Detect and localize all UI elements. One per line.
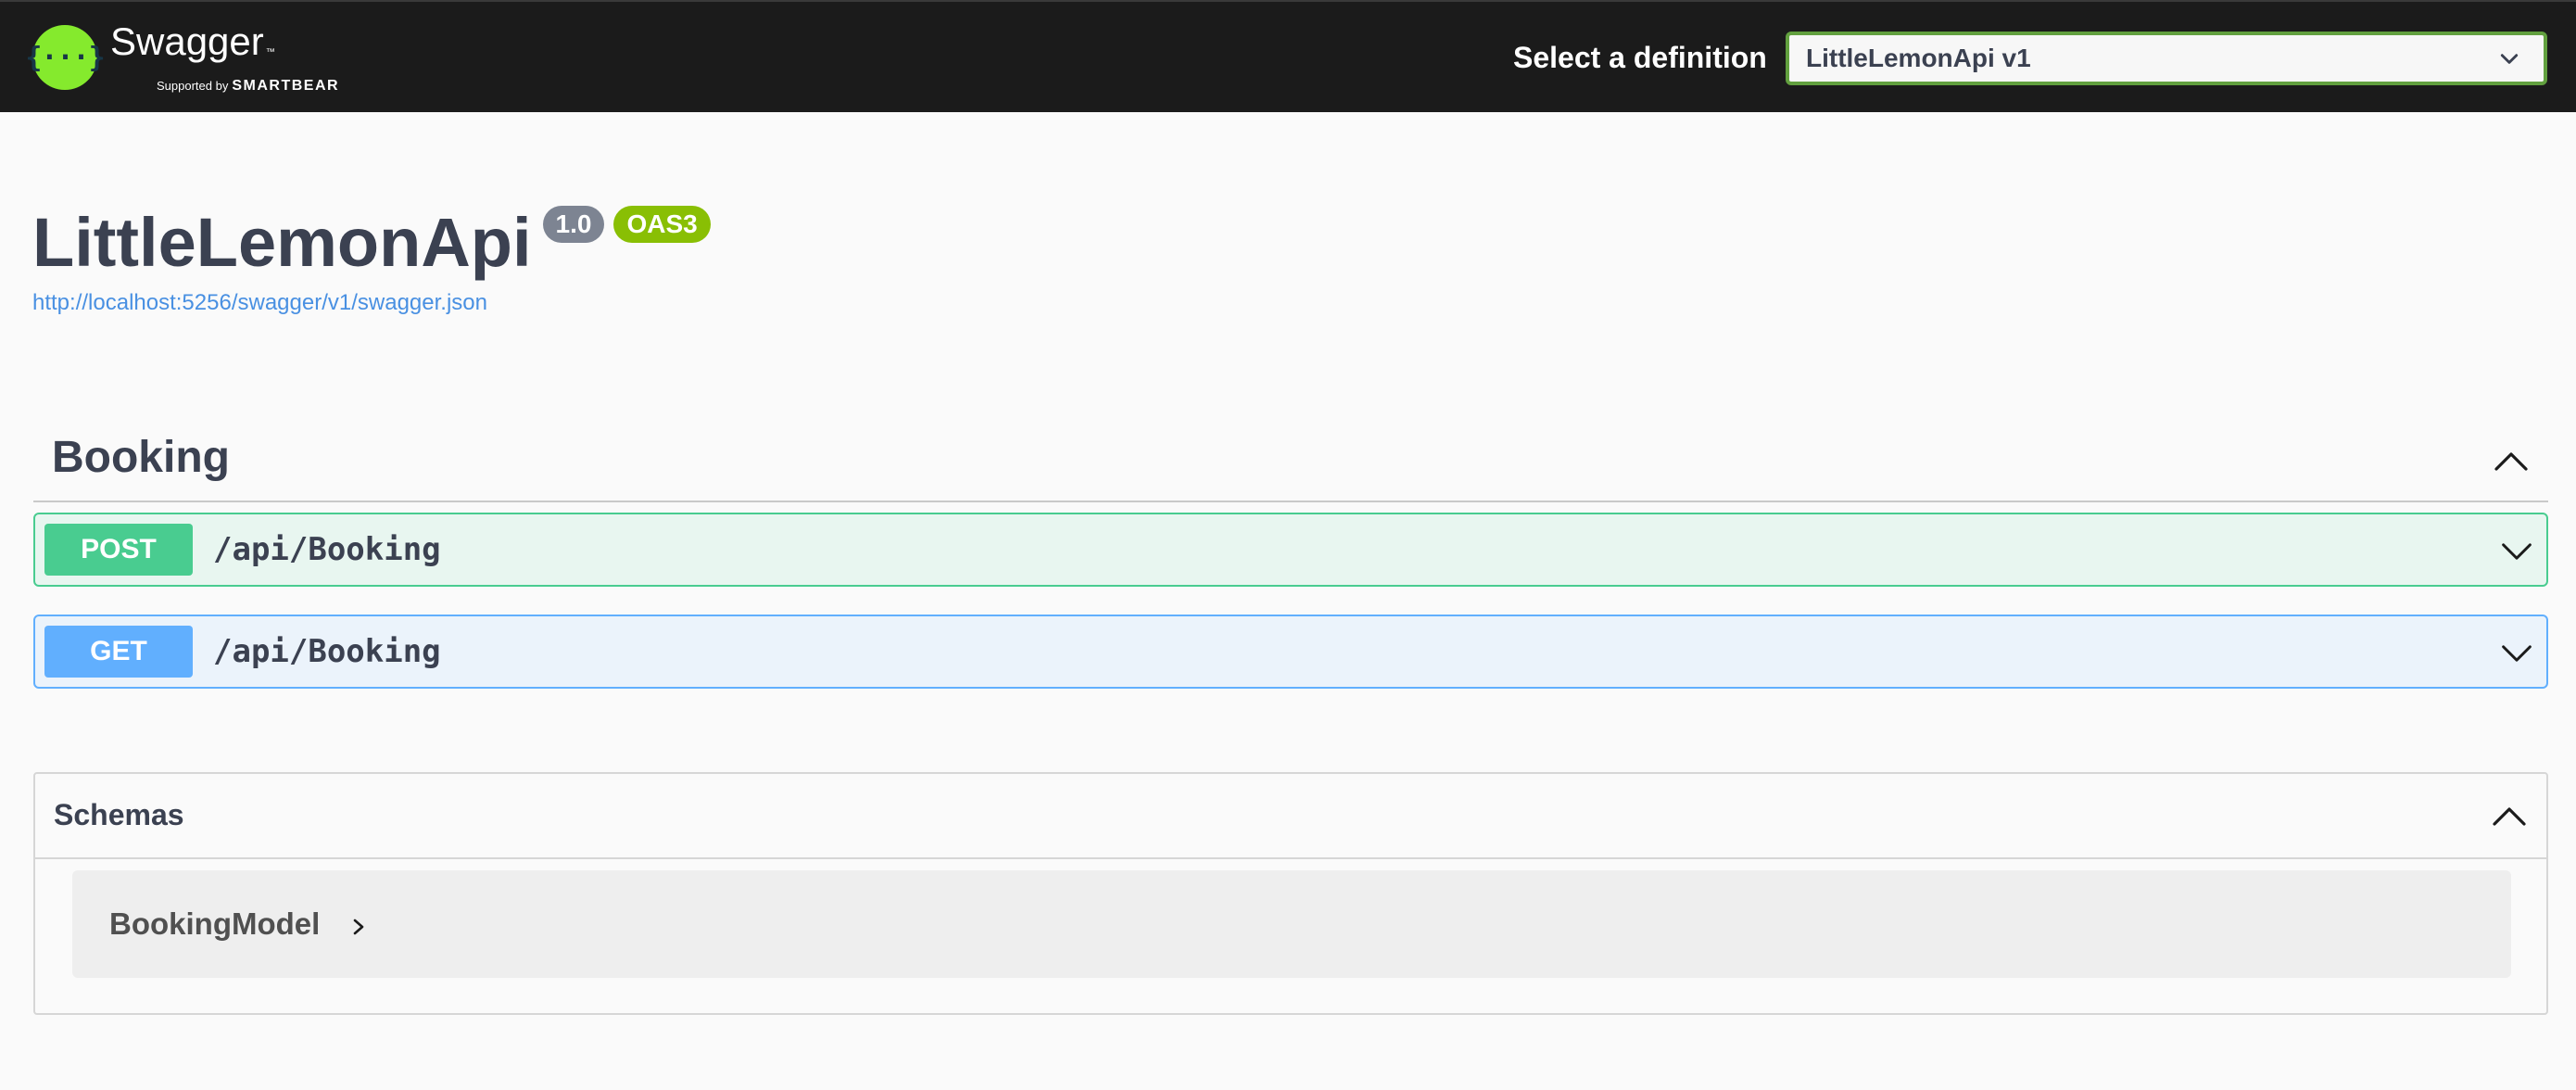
chevron-down-icon[interactable] — [2498, 535, 2535, 568]
version-badge: 1.0 — [542, 206, 605, 243]
chevron-up-icon[interactable] — [2493, 443, 2530, 480]
topbar: {···} Swagger ™ Supported by SMARTBEAR Sel… — [0, 0, 2576, 112]
chevron-up-icon[interactable] — [2491, 798, 2528, 835]
operation-post-api-booking[interactable]: POST /api/Booking — [33, 513, 2548, 587]
chevron-down-icon[interactable] — [2498, 637, 2535, 670]
swagger-logo-glyph: {···} — [25, 41, 105, 74]
method-badge-post: POST — [44, 524, 193, 576]
schema-model-bookingmodel[interactable]: BookingModel — [72, 870, 2511, 978]
operation-path: /api/Booking — [213, 633, 441, 670]
schemas-header[interactable]: Schemas — [35, 774, 2546, 859]
definition-select[interactable]: LittleLemonApi v1 — [1786, 32, 2547, 85]
supported-by-text: Supported by — [157, 79, 229, 93]
logo-name-text: Swagger — [110, 19, 264, 63]
tag-header-booking[interactable]: Booking — [33, 417, 2548, 502]
model-name: BookingModel — [109, 906, 321, 941]
spec-url-link[interactable]: http://localhost:5256/swagger/v1/swagger… — [32, 290, 487, 316]
swagger-logo-icon: {···} — [25, 25, 106, 90]
api-title: LittleLemonApi — [32, 204, 532, 281]
swagger-logo[interactable]: {···} Swagger ™ Supported by SMARTBEAR — [25, 20, 339, 95]
logo-supported-by: Supported by SMARTBEAR — [157, 78, 339, 95]
logo-trademark: ™ — [265, 47, 275, 57]
oas-badge: OAS3 — [613, 206, 711, 243]
logo-text: Swagger ™ Supported by SMARTBEAR — [110, 20, 339, 95]
method-badge-get: GET — [44, 626, 193, 678]
logo-name: Swagger ™ — [110, 20, 339, 74]
definition-select-value: LittleLemonApi v1 — [1806, 44, 2031, 72]
operation-get-api-booking[interactable]: GET /api/Booking — [33, 615, 2548, 689]
schemas-section: Schemas BookingModel — [33, 772, 2548, 1015]
schemas-title: Schemas — [54, 798, 184, 831]
operation-path: /api/Booking — [213, 531, 441, 568]
api-info: LittleLemonApi 1.0 OAS3 — [32, 204, 711, 282]
chevron-down-icon — [2500, 54, 2519, 64]
definition-label: Select a definition — [1513, 41, 1767, 74]
chevron-right-icon[interactable] — [349, 916, 368, 938]
tag-name: Booking — [52, 433, 230, 482]
smartbear-brand: SMARTBEAR — [232, 78, 340, 94]
